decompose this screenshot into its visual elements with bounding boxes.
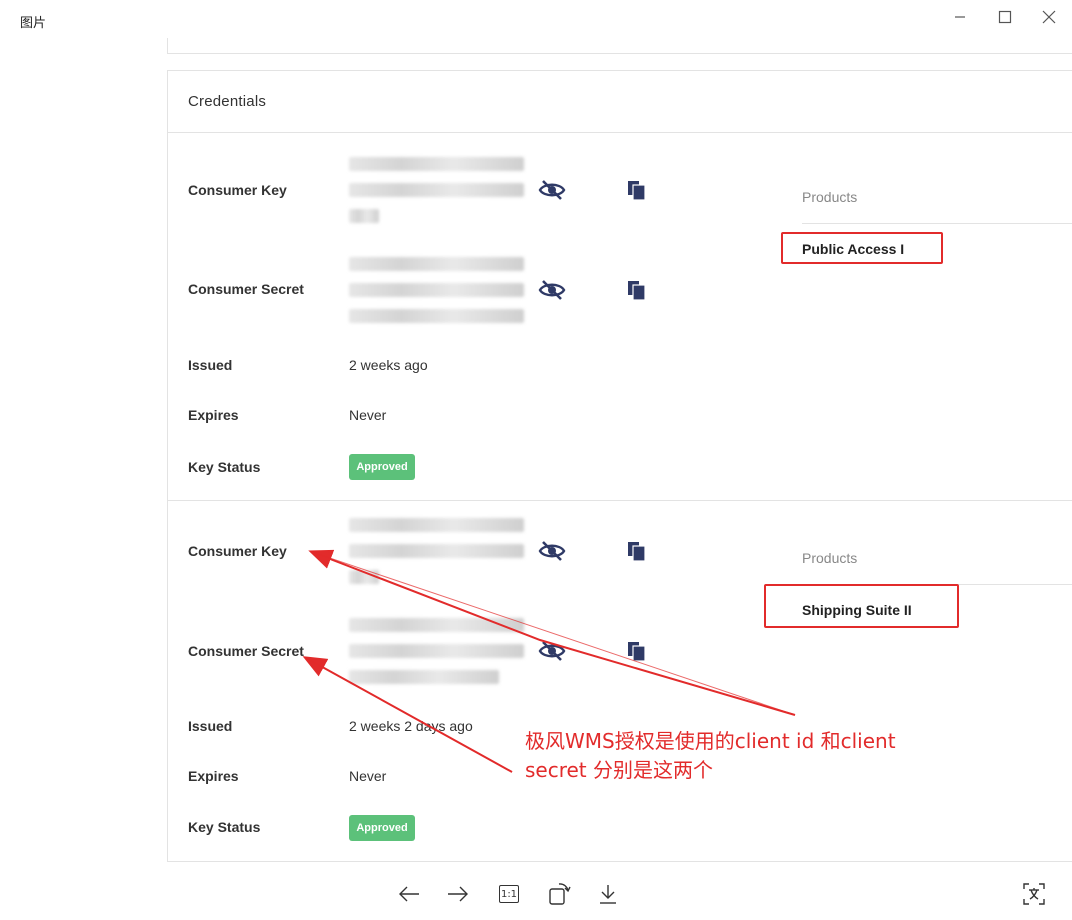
window-title: 图片 (20, 16, 47, 31)
annotation-line: 极风WMS授权是使用的client id 和client (525, 729, 896, 753)
minimize-button[interactable] (937, 4, 983, 30)
consumer-key-label: Consumer Key (188, 543, 287, 559)
expires-value: Never (349, 768, 387, 784)
expires-value: Never (349, 407, 387, 423)
products-label: Products (802, 189, 858, 205)
divider (168, 132, 1072, 133)
arrow-left-icon (399, 886, 419, 902)
consumer-secret-label: Consumer Secret (188, 281, 304, 297)
eye-off-icon[interactable] (538, 640, 566, 662)
divider (168, 500, 1072, 501)
annotation-line: secret 分别是这两个 (525, 758, 714, 782)
issued-label: Issued (188, 718, 233, 734)
eye-off-icon[interactable] (538, 279, 566, 301)
one-to-one-icon: 1:1 (499, 885, 519, 903)
rotate-button[interactable] (545, 880, 573, 908)
highlight-box (781, 232, 943, 264)
translate-button[interactable] (1020, 880, 1048, 908)
issued-label: Issued (188, 357, 233, 373)
key-status-label: Key Status (188, 819, 261, 835)
copy-icon[interactable] (627, 179, 647, 201)
next-button[interactable] (444, 880, 472, 908)
close-button[interactable] (1026, 4, 1072, 30)
close-icon (1042, 10, 1056, 24)
key-status-label: Key Status (188, 459, 261, 475)
copy-icon[interactable] (627, 540, 647, 562)
download-button[interactable] (594, 880, 622, 908)
annotation-text: 极风WMS授权是使用的client id 和client secret 分别是这… (525, 727, 945, 785)
expires-label: Expires (188, 768, 239, 784)
translate-icon (1023, 883, 1045, 905)
highlight-box (764, 584, 959, 628)
maximize-icon (998, 10, 1012, 24)
previous-card-edge (167, 38, 1072, 54)
expires-label: Expires (188, 407, 239, 423)
products-divider (802, 223, 1072, 224)
minimize-icon (955, 16, 965, 18)
status-badge: Approved (349, 454, 415, 480)
actual-size-button[interactable]: 1:1 (495, 880, 523, 908)
rotate-icon (549, 883, 571, 905)
previous-button[interactable] (395, 880, 423, 908)
copy-icon[interactable] (627, 279, 647, 301)
credentials-title: Credentials (188, 93, 267, 110)
consumer-secret-value-masked (349, 618, 524, 696)
consumer-key-label: Consumer Key (188, 182, 287, 198)
consumer-key-value-masked (349, 518, 524, 596)
issued-value: 2 weeks ago (349, 357, 428, 373)
eye-off-icon[interactable] (538, 179, 566, 201)
download-icon (600, 885, 616, 904)
copy-icon[interactable] (627, 640, 647, 662)
maximize-button[interactable] (982, 4, 1028, 30)
title-bar: 图片 (0, 0, 1072, 36)
issued-value: 2 weeks 2 days ago (349, 718, 473, 734)
consumer-key-value-masked (349, 157, 524, 235)
status-badge: Approved (349, 815, 415, 841)
products-label: Products (802, 550, 858, 566)
eye-off-icon[interactable] (538, 540, 566, 562)
consumer-secret-label: Consumer Secret (188, 643, 304, 659)
consumer-secret-value-masked (349, 257, 524, 335)
arrow-right-icon (448, 886, 468, 902)
